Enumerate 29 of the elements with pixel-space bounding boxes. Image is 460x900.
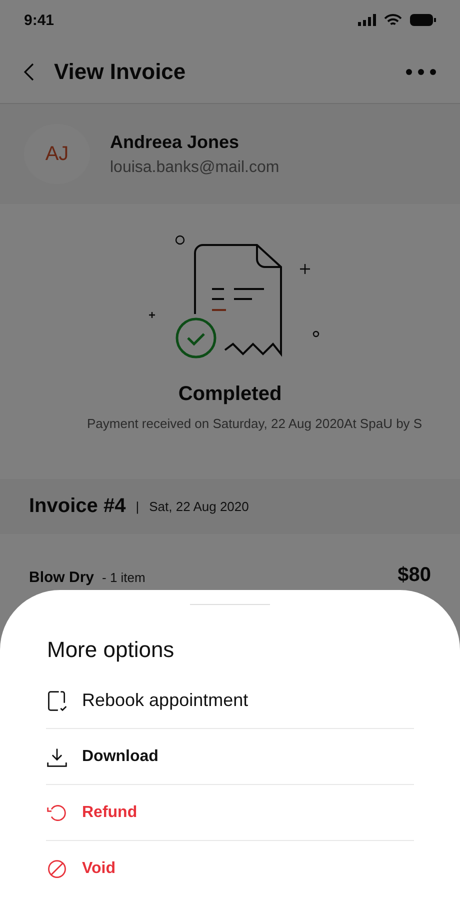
invoice-title: Invoice #4: [29, 495, 126, 518]
more-icon[interactable]: [406, 68, 436, 74]
page-title: View Invoice: [54, 58, 187, 84]
status-time: 9:41: [24, 12, 54, 28]
option-label: Void: [82, 860, 116, 878]
drag-handle[interactable]: [190, 604, 270, 605]
option-item[interactable]: Rebook appointment: [46, 673, 414, 729]
customer-email: louisa.banks@mail.com: [110, 158, 280, 176]
option-item[interactable]: Refund: [46, 785, 414, 841]
signal-icon: [358, 14, 376, 26]
prohibited-icon: [46, 858, 68, 880]
wifi-icon: [384, 14, 402, 26]
separator: |: [136, 499, 140, 514]
service-price: $80: [398, 564, 431, 587]
option-label: Download: [82, 748, 158, 766]
option-item[interactable]: Void: [46, 841, 414, 896]
customer-name: Andreea Jones: [110, 132, 240, 152]
option-item[interactable]: Download: [46, 729, 414, 785]
calendar-check-icon: [46, 690, 68, 712]
item-quantity: - 1 item: [102, 570, 146, 585]
sheet-title: More options: [47, 637, 176, 663]
back-icon[interactable]: [24, 62, 34, 80]
option-label: Refund: [82, 804, 138, 822]
option-label: Rebook appointment: [82, 690, 248, 711]
battery-icon: [410, 14, 436, 26]
status-message: Payment received on Saturday, 22 Aug 2020At SpaU by S: [87, 416, 422, 431]
service-name: Blow Dry: [29, 569, 94, 586]
invoice-date: Sat, 22 Aug 2020: [149, 499, 249, 514]
status-title: Completed: [178, 383, 282, 406]
